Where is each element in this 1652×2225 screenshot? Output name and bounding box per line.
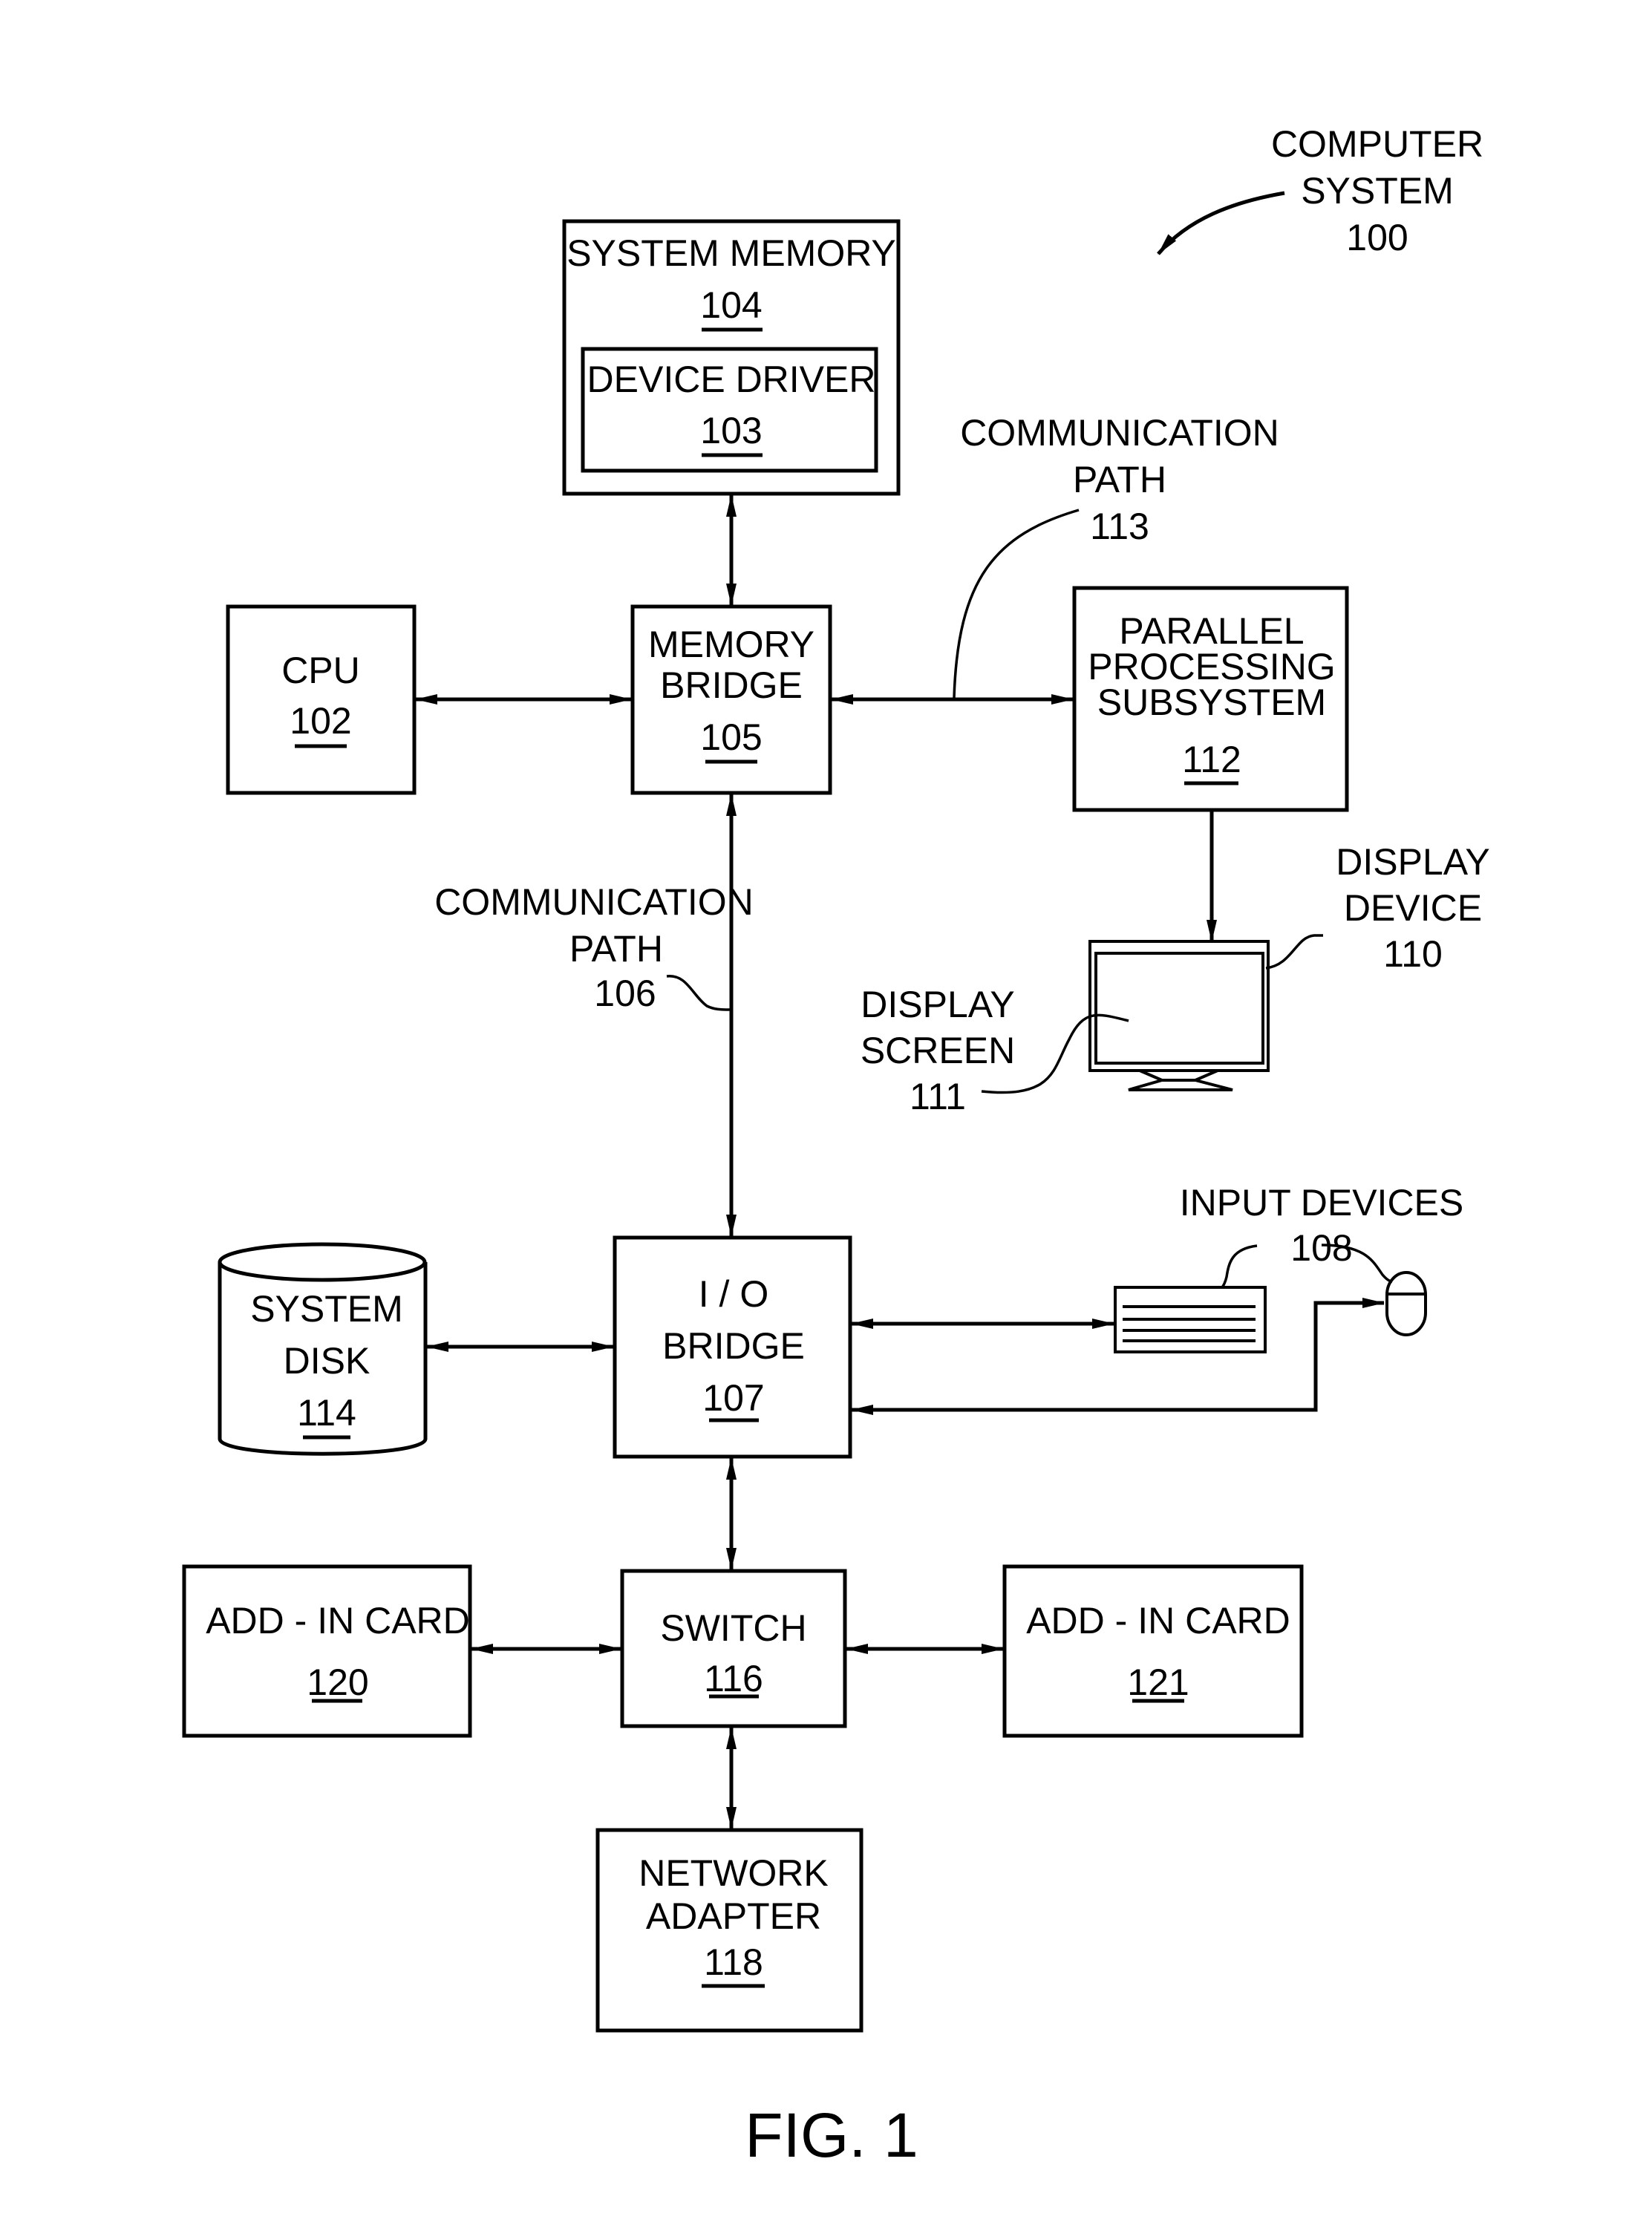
input-devices-leader-keyboard (1220, 1244, 1258, 1290)
device-driver-label: DEVICE DRIVER (587, 359, 876, 400)
cpu-label: CPU (281, 650, 360, 691)
parallel-processing-subsystem-block[interactable]: PARALLEL PROCESSING SUBSYSTEM 112 (1072, 586, 1349, 812)
add-in-card-121-box[interactable] (1002, 1564, 1304, 1738)
add-in-card-120-label: ADD - IN CARD (206, 1600, 470, 1641)
comm-path-113-leader (953, 509, 1080, 699)
computer-system-label: COMPUTER SYSTEM 100 (1157, 123, 1483, 258)
add-in-card-121-block[interactable]: ADD - IN CARD 121 (1002, 1564, 1304, 1738)
add-in-card-121-label: ADD - IN CARD (1026, 1600, 1290, 1641)
network-adapter-line1: NETWORK (639, 1852, 829, 1894)
input-devices-label: INPUT DEVICES (1180, 1182, 1464, 1223)
switch-ref: 116 (704, 1658, 763, 1699)
comm-path-113-line1: COMMUNICATION (960, 412, 1279, 454)
mouse-device[interactable] (1385, 1271, 1427, 1336)
monitor-stand-icon (1128, 1069, 1233, 1091)
system-disk-line1: SYSTEM (250, 1288, 403, 1330)
system-memory-block[interactable]: SYSTEM MEMORY 104 DEVICE DRIVER 103 (562, 219, 901, 496)
display-screen-line1: DISPLAY (861, 984, 1015, 1025)
network-adapter-block[interactable]: NETWORK ADAPTER 118 (595, 1828, 863, 2033)
add-in-card-120-ref: 120 (307, 1662, 368, 1703)
device-driver-ref: 103 (700, 410, 762, 451)
display-device-callout: DISPLAY DEVICE 110 (1265, 841, 1490, 975)
system-disk-block[interactable]: SYSTEM DISK 114 (218, 1242, 428, 1456)
comm-path-113-line2: PATH (1073, 459, 1166, 500)
display-device-line2: DEVICE (1344, 887, 1482, 929)
pps-line3: SUBSYSTEM (1097, 682, 1326, 723)
computer-system-line2: SYSTEM (1301, 170, 1454, 212)
switch-block[interactable]: SWITCH 116 (620, 1569, 847, 1728)
io-to-mouse-link (851, 1298, 1385, 1415)
io-bridge-line2: BRIDGE (662, 1325, 805, 1367)
memory-bridge-line2: BRIDGE (660, 664, 803, 706)
keyboard-device[interactable] (1114, 1286, 1267, 1353)
system-disk-ref: 114 (297, 1392, 356, 1434)
system-disk-top (218, 1242, 427, 1282)
cpu-ref: 102 (290, 700, 351, 742)
io-bridge-line1: I / O (699, 1273, 768, 1315)
system-memory-label: SYSTEM MEMORY (567, 232, 896, 274)
system-disk-line2: DISK (284, 1340, 370, 1382)
switch-label: SWITCH (660, 1607, 806, 1649)
add-in-card-120-block[interactable]: ADD - IN CARD 120 (182, 1564, 472, 1738)
display-device-ref: 110 (1383, 933, 1443, 975)
comm-path-113-ref: 113 (1090, 506, 1149, 547)
figure-caption: FIG. 1 (745, 2100, 918, 2170)
cpu-block[interactable]: CPU 102 (226, 604, 417, 795)
memory-bridge-line1: MEMORY (648, 624, 814, 665)
io-bridge-block[interactable]: I / O BRIDGE 107 (613, 1235, 852, 1459)
comm-path-106-line2: PATH (569, 928, 663, 970)
display-device[interactable] (1088, 940, 1270, 1091)
computer-system-pointer-arrow (1157, 191, 1285, 255)
pps-ref: 112 (1182, 739, 1241, 780)
mouse-icon[interactable] (1385, 1271, 1427, 1336)
network-adapter-line2: ADAPTER (646, 1895, 821, 1937)
comm-path-106-ref: 106 (594, 973, 656, 1014)
comm-path-106-leader (666, 975, 731, 1011)
network-adapter-ref: 118 (704, 1941, 763, 1983)
input-devices-callout: INPUT DEVICES 108 (1180, 1182, 1464, 1290)
display-screen-callout: DISPLAY SCREEN 111 (861, 984, 1129, 1117)
display-screen-ref: 111 (910, 1076, 966, 1117)
system-memory-ref: 104 (700, 284, 762, 326)
comm-path-106-callout: COMMUNICATION PATH 106 (434, 881, 754, 1014)
monitor-bezel (1088, 940, 1270, 1072)
display-device-leader (1265, 934, 1323, 970)
display-screen-line2: SCREEN (861, 1030, 1015, 1071)
display-device-line1: DISPLAY (1336, 841, 1490, 883)
block-diagram: COMPUTER SYSTEM 100 SYSTEM MEMORY 104 DE… (182, 123, 1490, 2170)
computer-system-line1: COMPUTER (1271, 123, 1483, 165)
computer-system-ref: 100 (1346, 217, 1408, 258)
add-in-card-120-box[interactable] (182, 1564, 472, 1738)
display-screen (1094, 952, 1264, 1065)
comm-path-106-line1: COMMUNICATION (434, 881, 754, 923)
memory-bridge-block[interactable]: MEMORY BRIDGE 105 (630, 604, 832, 795)
io-bridge-ref: 107 (702, 1377, 764, 1419)
add-in-card-121-ref: 121 (1127, 1662, 1189, 1703)
memory-bridge-ref: 105 (700, 716, 762, 758)
